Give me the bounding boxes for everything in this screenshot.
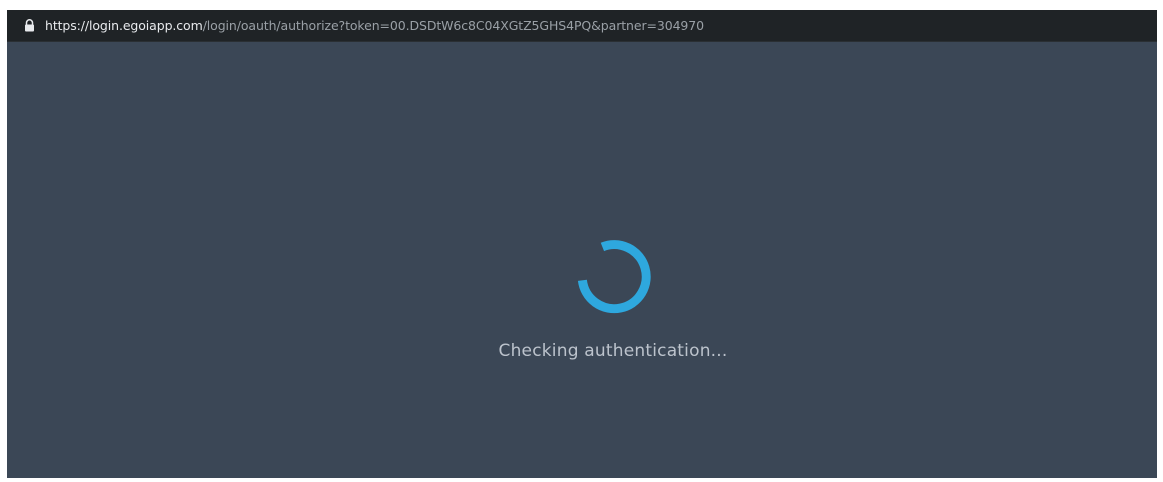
lock-icon[interactable] <box>23 19 35 33</box>
url-host: https://login.egoiapp.com <box>45 18 203 33</box>
url-text[interactable]: https://login.egoiapp.com/login/oauth/au… <box>45 18 704 33</box>
loading-spinner-icon <box>577 240 651 314</box>
url-path: /login/oauth/authorize?token=00.DSDtW6c8… <box>202 18 704 33</box>
page-content: Checking authentication... <box>7 42 1157 478</box>
browser-window: https://login.egoiapp.com/login/oauth/au… <box>7 10 1157 478</box>
status-text: Checking authentication... <box>498 341 728 361</box>
address-bar[interactable]: https://login.egoiapp.com/login/oauth/au… <box>7 10 1157 42</box>
